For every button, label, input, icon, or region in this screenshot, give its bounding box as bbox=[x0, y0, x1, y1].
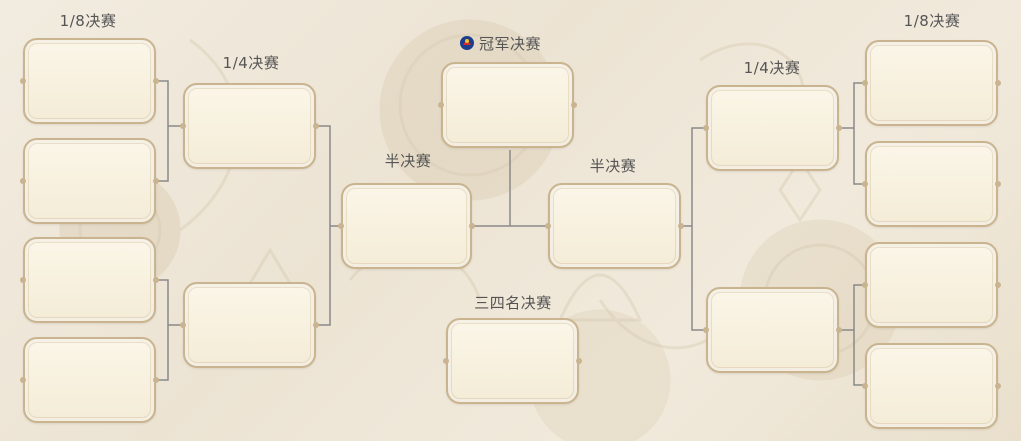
quarterfinal-right-label: 1/4决赛 bbox=[743, 59, 801, 77]
semifinal-left-slot[interactable] bbox=[338, 183, 475, 269]
third-place-label: 三四名决赛 bbox=[474, 294, 552, 312]
round16-left-slot-2[interactable] bbox=[20, 138, 159, 224]
semifinal-left-label: 半决赛 bbox=[384, 152, 432, 170]
final-slot[interactable] bbox=[438, 62, 577, 148]
quarterfinal-left-slot-1[interactable] bbox=[180, 83, 319, 169]
third-place-slot[interactable] bbox=[443, 318, 582, 404]
semifinal-right-slot[interactable] bbox=[545, 183, 684, 269]
quarterfinal-left-slot-2[interactable] bbox=[180, 282, 319, 368]
final-label: 冠军决赛 bbox=[459, 33, 541, 54]
round16-right-label: 1/8决赛 bbox=[903, 12, 961, 30]
semifinal-right-label: 半决赛 bbox=[589, 157, 637, 175]
quarterfinal-left-label: 1/4决赛 bbox=[222, 54, 280, 72]
quarterfinal-right-slot-1[interactable] bbox=[703, 85, 842, 171]
round16-right-slot-4[interactable] bbox=[862, 343, 1001, 429]
round16-right-slot-1[interactable] bbox=[862, 40, 1001, 126]
world-cup-emblem-icon bbox=[459, 36, 474, 50]
round16-left-slot-4[interactable] bbox=[20, 337, 159, 423]
round16-left-label: 1/8决赛 bbox=[59, 12, 117, 30]
round16-left-slot-1[interactable] bbox=[20, 38, 159, 124]
quarterfinal-right-slot-2[interactable] bbox=[703, 287, 842, 373]
round16-right-slot-3[interactable] bbox=[862, 242, 1001, 328]
round16-right-slot-2[interactable] bbox=[862, 141, 1001, 227]
final-label-text: 冠军决赛 bbox=[478, 35, 542, 53]
round16-left-slot-3[interactable] bbox=[20, 237, 159, 323]
